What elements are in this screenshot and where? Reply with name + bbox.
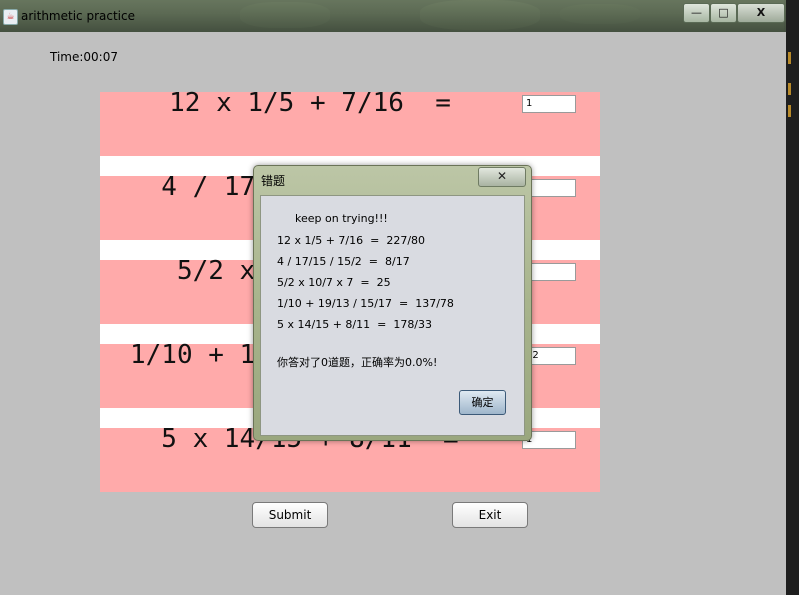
- dialog-heading: keep on trying!!!: [295, 212, 388, 225]
- java-app-icon: ☕: [3, 9, 18, 25]
- window-controls: — □ X: [683, 3, 785, 23]
- window-title: arithmetic practice: [21, 9, 135, 23]
- question-row: 12 x 1/5 + 7/16 = 1: [100, 88, 600, 156]
- desktop-side-strip: [784, 0, 799, 595]
- dialog-message-panel: keep on trying!!! 12 x 1/5 + 7/16 = 227/…: [260, 195, 525, 436]
- ok-button[interactable]: 确定: [459, 390, 506, 415]
- window-titlebar[interactable]: ☕ arithmetic practice — □ X: [0, 0, 786, 32]
- question-expression: 12 x 1/5 + 7/16 =: [169, 88, 451, 118]
- score-summary: 你答对了0道题，正确率为0.0%!: [277, 356, 438, 369]
- close-button[interactable]: X: [737, 3, 785, 23]
- wrong-answer-line: 5/2 x 10/7 x 7 = 25: [277, 276, 391, 289]
- exit-button[interactable]: Exit: [452, 502, 528, 528]
- dialog-title: 错题: [261, 174, 286, 188]
- wrong-answers-dialog: 错题 ✕ keep on trying!!! 12 x 1/5 + 7/16 =…: [253, 165, 532, 441]
- wrong-answer-line: 4 / 17/15 / 15/2 = 8/17: [277, 255, 410, 268]
- answer-input[interactable]: 1: [522, 95, 576, 113]
- dialog-close-button[interactable]: ✕: [478, 167, 526, 187]
- minimize-button[interactable]: —: [683, 3, 710, 23]
- submit-button[interactable]: Submit: [252, 502, 328, 528]
- wrong-answer-line: 12 x 1/5 + 7/16 = 227/80: [277, 234, 426, 247]
- maximize-button[interactable]: □: [710, 3, 737, 23]
- timer-label: Time:00:07: [50, 50, 118, 64]
- wrong-answer-line: 1/10 + 19/13 / 15/17 = 137/78: [277, 297, 454, 310]
- wrong-answer-line: 5 x 14/15 + 8/11 = 178/33: [277, 318, 433, 331]
